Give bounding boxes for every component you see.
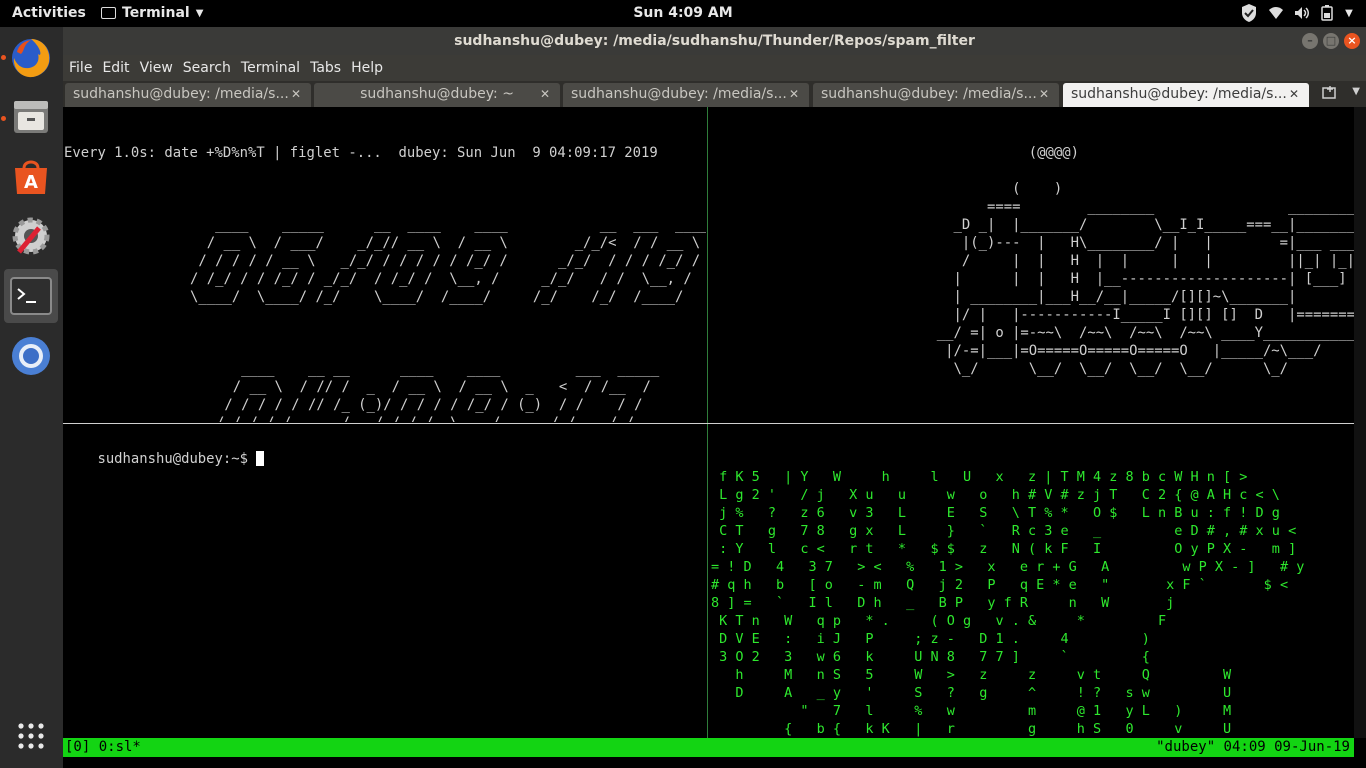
tab-4[interactable]: sudhanshu@dubey: /media/s... ✕ bbox=[813, 83, 1059, 107]
matrix-rain-art: f K 5 | Y W h l U x z | T M 4 z 8 b c W … bbox=[711, 469, 1305, 737]
tab-1[interactable]: sudhanshu@dubey: /media/s... ✕ bbox=[65, 83, 311, 107]
pane-sl-train[interactable]: (@@@@) ( ) ==== ________ ___________ _D … bbox=[711, 108, 1354, 422]
files-icon[interactable] bbox=[4, 90, 58, 144]
tab-2[interactable]: sudhanshu@dubey: ~ ✕ bbox=[314, 83, 560, 107]
pane-matrix-rain[interactable]: f K 5 | Y W h l U x z | T M 4 z 8 b c W … bbox=[711, 432, 1354, 738]
menu-help[interactable]: Help bbox=[351, 60, 383, 76]
tab-label: sudhanshu@dubey: ~ bbox=[360, 86, 514, 102]
window-bottom-edge bbox=[63, 757, 1366, 768]
pane-divider-horizontal bbox=[63, 423, 1354, 424]
chevron-down-icon[interactable]: ▼ bbox=[1344, 4, 1354, 22]
system-tray[interactable]: ▼ bbox=[1240, 4, 1354, 22]
window-controls: – □ × bbox=[1302, 33, 1360, 49]
pane-watch-clock[interactable]: Every 1.0s: date +%D%n%T | figlet -... d… bbox=[64, 108, 706, 422]
minimize-button[interactable]: – bbox=[1302, 33, 1318, 49]
terminal-app-icon bbox=[101, 7, 116, 19]
pane-shell[interactable]: sudhanshu@dubey:~$ bbox=[64, 432, 706, 738]
volume-icon[interactable] bbox=[1294, 4, 1310, 22]
shell-prompt: sudhanshu@dubey:~$ bbox=[97, 451, 257, 467]
menu-terminal[interactable]: Terminal bbox=[241, 60, 300, 76]
software-center-icon[interactable]: A bbox=[4, 150, 58, 204]
figlet-date-art: ____ _____ __ ____ ____ __ ___ ____ / __… bbox=[190, 217, 706, 305]
window-titlebar[interactable]: sudhanshu@dubey: /media/sudhanshu/Thunde… bbox=[63, 27, 1366, 55]
app-menu[interactable]: Terminal ▼ bbox=[101, 5, 203, 21]
clock-container: Sun 4:09 AM bbox=[0, 5, 1366, 21]
show-apps-icon[interactable] bbox=[4, 709, 58, 763]
cursor bbox=[256, 451, 265, 466]
tab-label: sudhanshu@dubey: /media/s... bbox=[1071, 86, 1287, 102]
firefox-icon[interactable] bbox=[4, 31, 58, 85]
tmux-status-right: "dubey" 04:09 09-Jun-19 bbox=[1156, 739, 1350, 755]
tmux-window-list[interactable]: [0] 0:sl* bbox=[65, 738, 141, 757]
window-title: sudhanshu@dubey: /media/sudhanshu/Thunde… bbox=[454, 33, 975, 49]
settings-icon[interactable] bbox=[4, 209, 58, 263]
close-icon[interactable]: ✕ bbox=[291, 83, 301, 105]
figlet-time-art: ____ __ __ ____ ____ ___ _____ / __ \ / … bbox=[216, 361, 660, 422]
battery-icon[interactable] bbox=[1320, 4, 1334, 22]
tab-bar: sudhanshu@dubey: /media/s... ✕ sudhanshu@… bbox=[63, 81, 1366, 107]
app-menu-label: Terminal bbox=[122, 5, 190, 21]
activities-button[interactable]: Activities bbox=[12, 5, 86, 21]
close-icon[interactable]: ✕ bbox=[1039, 83, 1049, 105]
steam-locomotive-art: (@@@@) ( ) ==== ________ ___________ _D … bbox=[936, 145, 1354, 377]
chevron-down-icon[interactable]: ▼ bbox=[1352, 86, 1360, 97]
menu-edit[interactable]: Edit bbox=[102, 60, 129, 76]
tab-label: sudhanshu@dubey: /media/s... bbox=[73, 86, 289, 102]
clock[interactable]: Sun 4:09 AM bbox=[633, 5, 732, 21]
dock: A bbox=[0, 27, 63, 768]
chromium-icon[interactable] bbox=[4, 329, 58, 383]
svg-text:A: A bbox=[24, 172, 38, 193]
watch-header: Every 1.0s: date +%D%n%T | figlet -... d… bbox=[64, 145, 658, 161]
new-tab-icon[interactable] bbox=[1322, 85, 1338, 101]
menu-file[interactable]: File bbox=[69, 60, 92, 76]
top-bar: Activities Terminal ▼ Sun 4:09 AM ▼ bbox=[0, 0, 1366, 27]
tab-3[interactable]: sudhanshu@dubey: /media/s... ✕ bbox=[563, 83, 809, 107]
terminal-icon[interactable] bbox=[4, 269, 58, 323]
menu-tabs[interactable]: Tabs bbox=[310, 60, 341, 76]
tab-label: sudhanshu@dubey: /media/s... bbox=[821, 86, 1037, 102]
tmux-status-bar: [0] 0:sl* "dubey" 04:09 09-Jun-19 bbox=[63, 738, 1354, 757]
menu-bar: File Edit View Search Terminal Tabs Help bbox=[63, 55, 1366, 81]
close-button[interactable]: × bbox=[1344, 33, 1360, 49]
tab-label: sudhanshu@dubey: /media/s... bbox=[571, 86, 787, 102]
maximize-button[interactable]: □ bbox=[1323, 33, 1339, 49]
shield-icon[interactable] bbox=[1240, 4, 1258, 22]
close-icon[interactable]: ✕ bbox=[1289, 83, 1299, 105]
terminal-area[interactable]: Every 1.0s: date +%D%n%T | figlet -... d… bbox=[63, 107, 1354, 738]
close-icon[interactable]: ✕ bbox=[789, 83, 799, 105]
close-icon[interactable]: ✕ bbox=[540, 83, 550, 105]
chevron-down-icon: ▼ bbox=[195, 7, 204, 19]
tab-5-active[interactable]: sudhanshu@dubey: /media/s... ✕ bbox=[1063, 83, 1309, 107]
wifi-icon[interactable] bbox=[1268, 4, 1284, 22]
terminal-scrollbar[interactable] bbox=[1354, 107, 1366, 738]
menu-search[interactable]: Search bbox=[183, 60, 231, 76]
menu-view[interactable]: View bbox=[140, 60, 173, 76]
